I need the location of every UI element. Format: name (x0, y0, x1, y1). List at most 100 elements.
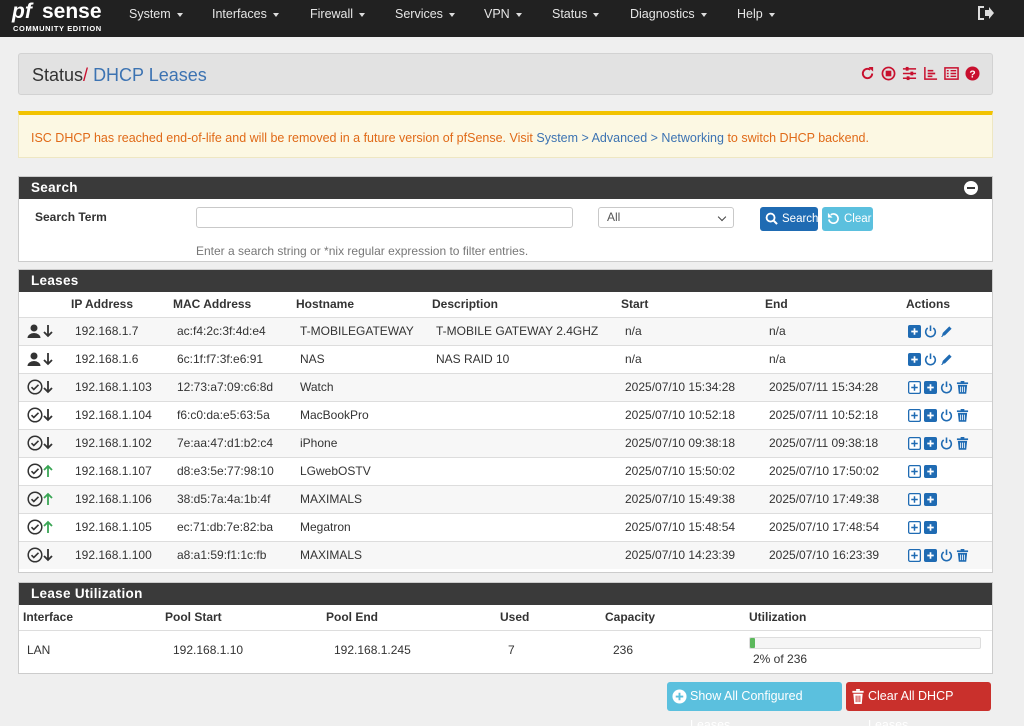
nav-services[interactable]: Services (395, 0, 455, 37)
clear-button[interactable]: Clear (822, 207, 873, 231)
caret-down-icon (176, 12, 183, 17)
add-mapping-icon[interactable] (908, 493, 921, 507)
list-icon[interactable] (944, 66, 959, 81)
power-icon[interactable] (940, 437, 953, 450)
power-icon[interactable] (940, 409, 953, 422)
power-icon[interactable] (940, 381, 953, 394)
mac-cell: 12:73:a7:09:c6:8d (173, 372, 296, 401)
mac-cell: 6c:1f:f7:3f:e6:91 (173, 344, 296, 373)
page-title[interactable]: DHCP Leases (93, 65, 207, 85)
add-static-mapping-icon[interactable] (908, 325, 921, 339)
bar-chart-icon[interactable] (923, 66, 938, 81)
col-utilization[interactable]: Utilization (749, 605, 992, 630)
plus-circle-icon (672, 689, 687, 704)
actions-cell (906, 456, 992, 485)
col-mac-address[interactable]: MAC Address (173, 292, 296, 317)
add-static-mapping-icon[interactable] (924, 521, 937, 535)
col-capacity[interactable]: Capacity (605, 605, 749, 630)
nav-firewall[interactable]: Firewall (310, 0, 366, 37)
add-static-mapping-icon[interactable] (924, 437, 937, 451)
edit-icon[interactable] (940, 325, 953, 338)
trash-icon[interactable] (956, 381, 969, 394)
alert-text-after: to switch DHCP backend. (723, 131, 869, 145)
search-input[interactable] (196, 207, 573, 228)
search-filter-select[interactable]: All (598, 207, 734, 228)
page-header: Status/ DHCP Leases ? (18, 53, 993, 95)
search-icon (765, 212, 778, 225)
sign-out-icon[interactable] (976, 4, 994, 22)
add-static-mapping-icon[interactable] (924, 409, 937, 423)
table-row: 192.168.1.104 f6:c0:da:e5:63:5a MacBookP… (19, 400, 992, 429)
networking-link[interactable]: System > Advanced > Networking (536, 131, 724, 145)
collapse-icon[interactable] (964, 181, 978, 195)
end-cell: n/a (765, 316, 906, 345)
add-static-mapping-icon[interactable] (924, 465, 937, 479)
hostname-cell: iPhone (296, 428, 432, 457)
search-button[interactable]: Search (760, 207, 818, 231)
lease-status-cell (19, 316, 71, 345)
add-mapping-icon[interactable] (908, 465, 921, 479)
arrow-down-icon (43, 437, 53, 450)
trash-icon[interactable] (956, 409, 969, 422)
add-mapping-icon[interactable] (908, 409, 921, 423)
stop-circle-icon[interactable] (881, 66, 896, 81)
ip-cell: 192.168.1.7 (71, 316, 173, 345)
edit-icon[interactable] (940, 353, 953, 366)
nav-interfaces[interactable]: Interfaces (212, 0, 279, 37)
power-icon[interactable] (924, 325, 937, 338)
power-icon[interactable] (940, 549, 953, 562)
ip-cell: 192.168.1.102 (71, 428, 173, 457)
show-all-configured-leases-button[interactable]: Show All Configured Leases (667, 682, 842, 726)
col-used[interactable]: Used (500, 605, 605, 630)
start-cell: 2025/07/10 09:38:18 (621, 428, 765, 457)
clear-all-dhcp-leases-button[interactable]: Clear All DHCP Leases (846, 682, 991, 726)
lease-status-cell (19, 400, 71, 429)
description-cell (432, 428, 621, 457)
add-static-mapping-icon[interactable] (924, 549, 937, 563)
col-description[interactable]: Description (432, 292, 621, 317)
nav-help[interactable]: Help (737, 0, 775, 37)
description-cell: T-MOBILE GATEWAY 2.4GHZ (432, 316, 621, 345)
add-static-mapping-icon[interactable] (924, 381, 937, 395)
reload-icon[interactable] (860, 66, 875, 81)
col-actions: Actions (906, 297, 951, 312)
used-cell: 7 (500, 629, 605, 670)
power-icon[interactable] (924, 353, 937, 366)
check-circle-icon (27, 463, 43, 479)
col-pool-start[interactable]: Pool Start (165, 605, 326, 630)
add-mapping-icon[interactable] (908, 437, 921, 451)
nav-diagnostics[interactable]: Diagnostics (630, 0, 707, 37)
mac-cell: 7e:aa:47:d1:b2:c4 (173, 428, 296, 457)
description-cell (432, 512, 621, 541)
arrow-down-icon (43, 353, 53, 366)
col-interface[interactable]: Interface (19, 605, 165, 630)
help-icon[interactable]: ? (965, 66, 980, 81)
col-hostname[interactable]: Hostname (296, 292, 432, 317)
breadcrumb-section[interactable]: Status (32, 65, 83, 85)
add-static-mapping-icon[interactable] (924, 493, 937, 507)
add-mapping-icon[interactable] (908, 549, 921, 563)
add-mapping-icon[interactable] (908, 521, 921, 535)
col-status (19, 292, 71, 317)
add-mapping-icon[interactable] (908, 381, 921, 395)
nav-status[interactable]: Status (552, 0, 600, 37)
breadcrumb: Status/ DHCP Leases (32, 65, 207, 86)
undo-icon (827, 212, 839, 225)
col-start[interactable]: Start (621, 292, 765, 317)
col-end[interactable]: End (765, 292, 906, 317)
add-static-mapping-icon[interactable] (908, 353, 921, 367)
nav-vpn[interactable]: VPN (484, 0, 522, 37)
end-cell: 2025/07/11 15:34:28 (765, 372, 906, 401)
check-circle-icon (27, 547, 43, 563)
nav-system[interactable]: System (129, 0, 183, 37)
trash-icon[interactable] (956, 437, 969, 450)
caret-down-icon (768, 12, 775, 17)
chevron-down-icon (717, 212, 727, 222)
pfsense-logo[interactable]: pf sense COMMUNITY EDITION (12, 0, 107, 36)
check-circle-icon (27, 519, 43, 535)
col-ip-address[interactable]: IP Address (71, 292, 173, 317)
col-pool-end[interactable]: Pool End (326, 605, 500, 630)
hostname-cell: LGwebOSTV (296, 456, 432, 485)
sliders-icon[interactable] (902, 66, 917, 81)
trash-icon[interactable] (956, 549, 969, 563)
